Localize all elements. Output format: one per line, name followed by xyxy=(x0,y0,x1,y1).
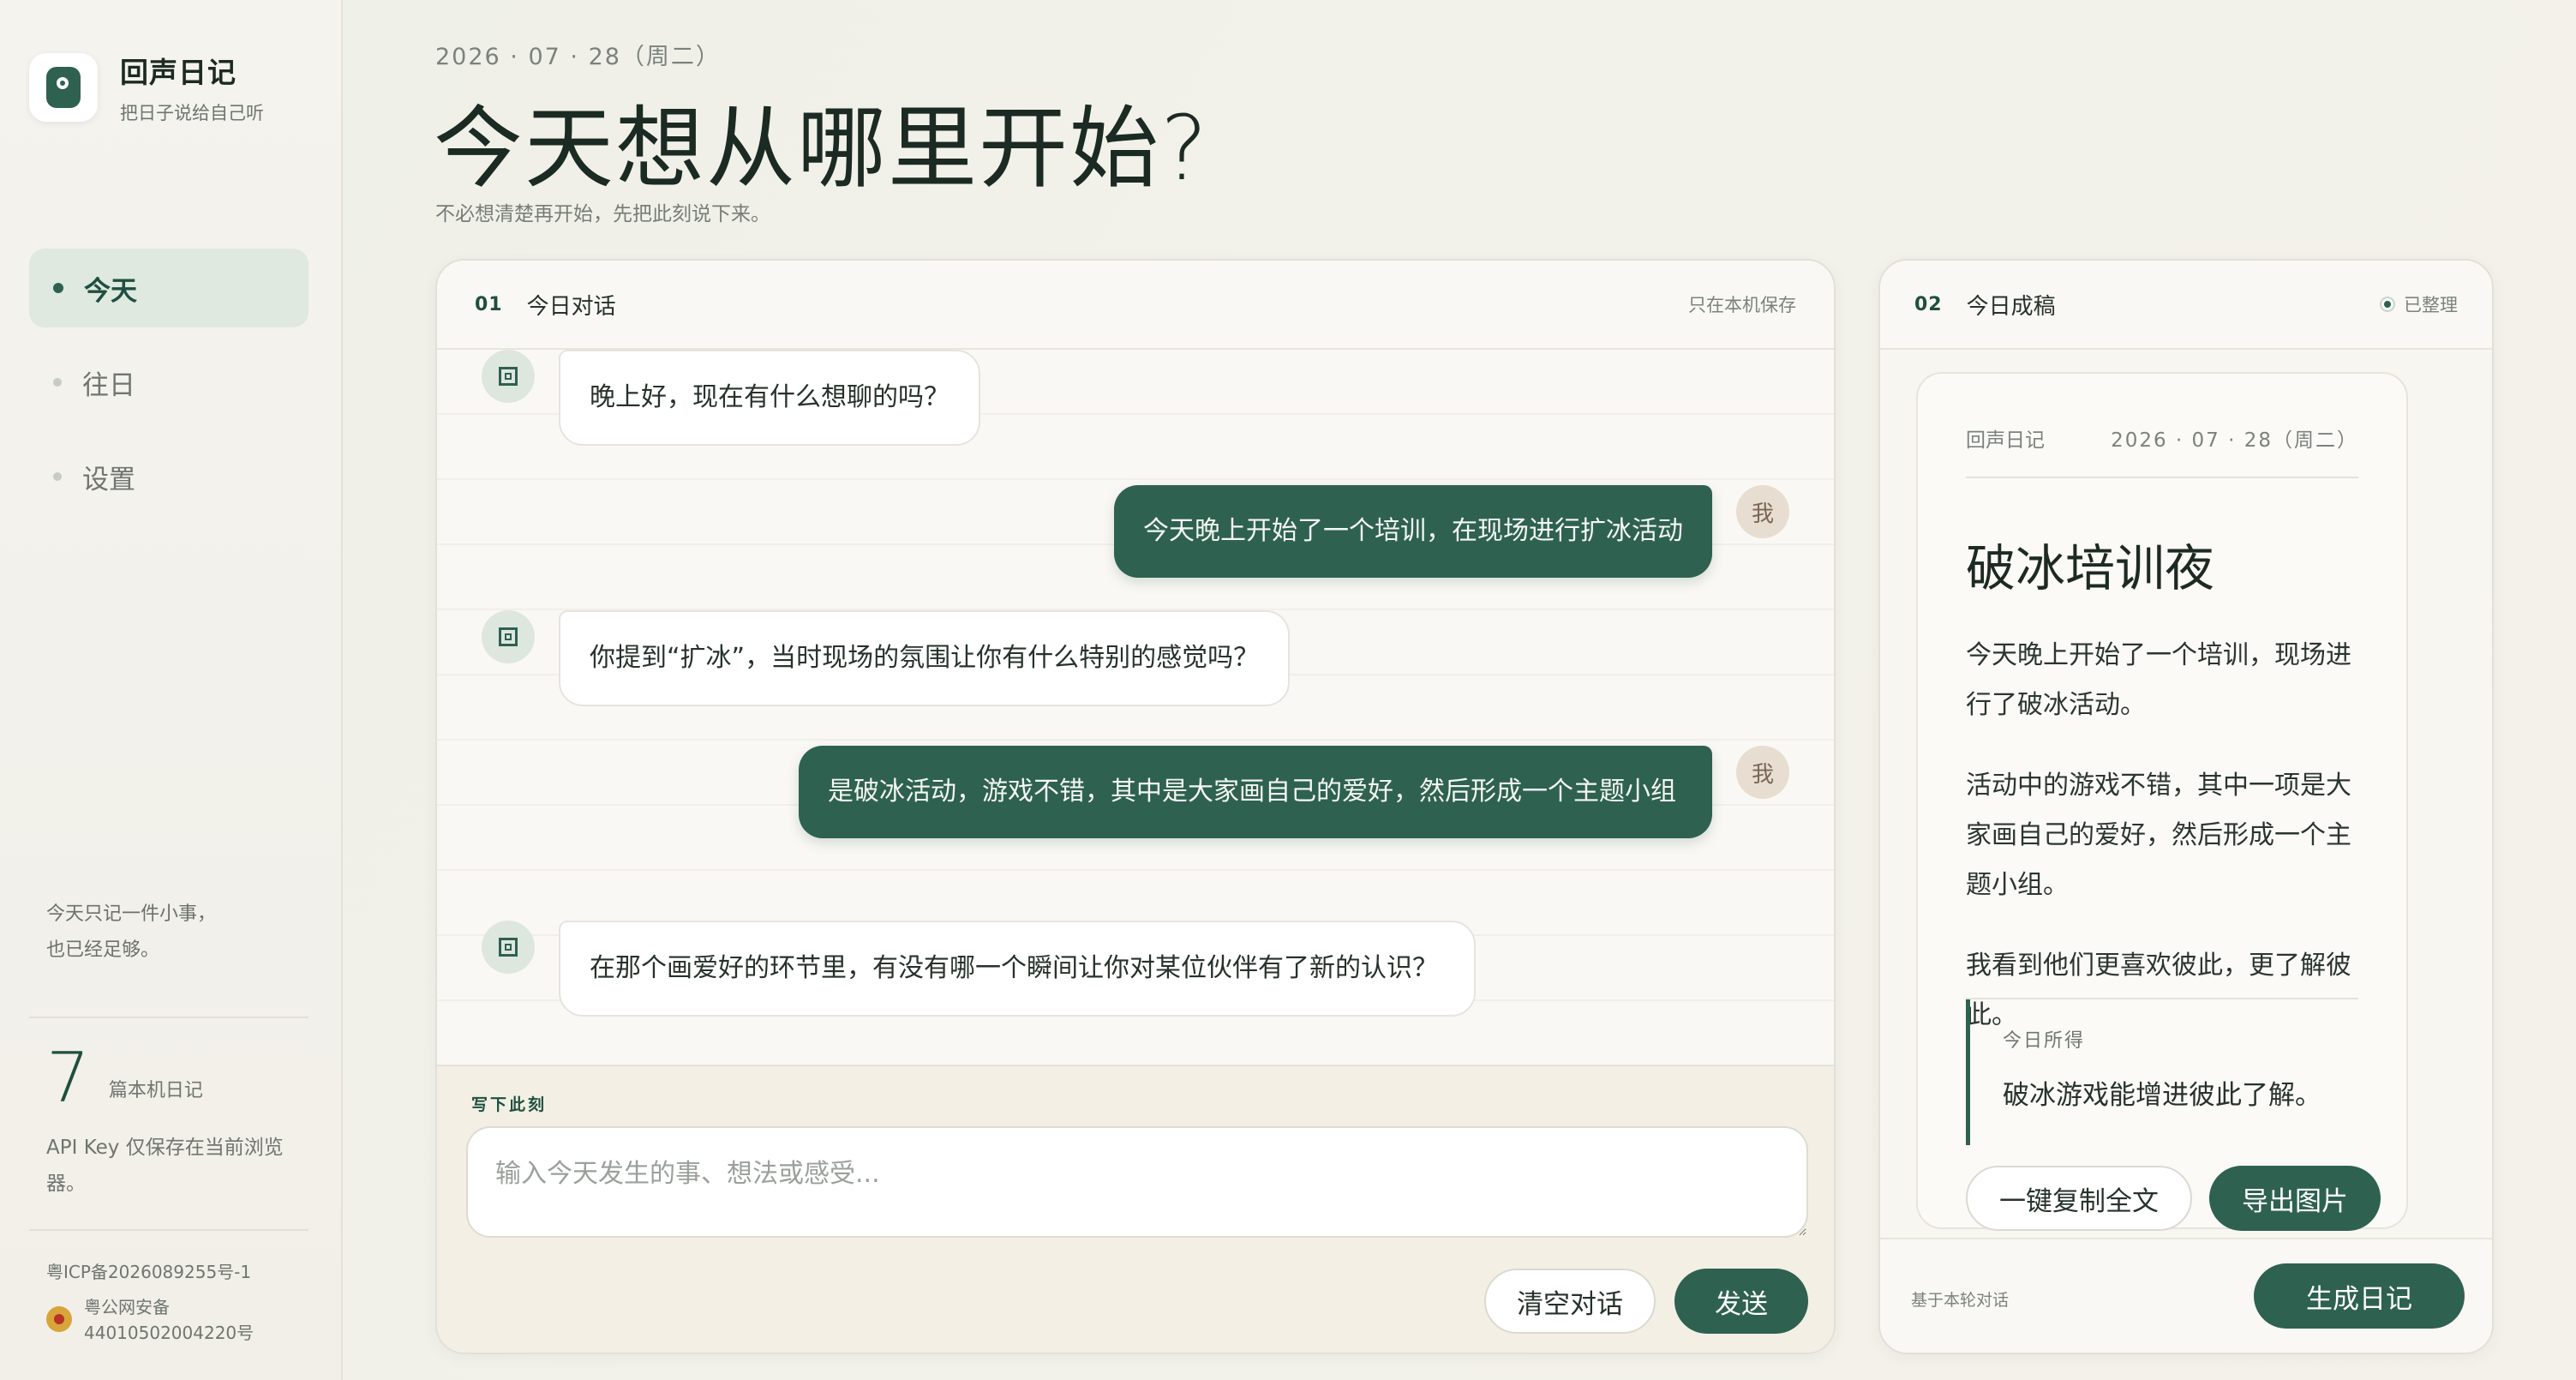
composer: 写下此刻 清空对话 发送 xyxy=(437,1065,1834,1353)
police-badge-icon xyxy=(46,1306,72,1332)
diary-status: 已整理 xyxy=(2380,291,2458,317)
quote-line: 今天只记一件小事， xyxy=(46,903,217,925)
chat-message-bot: 晚上好，现在有什么想聊的吗？ xyxy=(482,350,980,446)
dot-icon xyxy=(53,378,62,387)
diary-card: 02 今日成稿 已整理 回声日记 2026 · 07 · 28（周二） 破冰培训… xyxy=(1878,259,2494,1354)
section-title: 今日对话 xyxy=(526,293,616,320)
page-title: 今天想从哪里开始? xyxy=(434,96,1210,201)
status-dot-icon xyxy=(2380,297,2395,312)
section-number: 02 xyxy=(1914,293,1943,315)
takeaway-text: 破冰游戏能增进彼此了解。 xyxy=(2003,1080,2321,1111)
message-bubble: 今天晚上开始了一个培训，在现场进行扩冰活动 xyxy=(1114,485,1712,578)
app-logo-icon xyxy=(29,53,98,122)
sidebar-item-settings[interactable]: 设置 xyxy=(29,437,309,516)
diary-count-number: 7 xyxy=(46,1038,90,1118)
sidebar-item-today[interactable]: 今天 xyxy=(29,249,309,327)
generate-diary-button[interactable]: 生成日记 xyxy=(2254,1263,2465,1329)
export-image-button[interactable]: 导出图片 xyxy=(2209,1166,2381,1231)
takeaway-label: 今日所得 xyxy=(2003,1030,2086,1052)
diary-brand: 回声日记 xyxy=(1966,429,2045,452)
message-bubble: 你提到“扩冰”，当时现场的氛围让你有什么特别的感觉吗？ xyxy=(559,610,1291,706)
user-avatar: 我 xyxy=(1736,746,1789,799)
active-dot-icon xyxy=(53,283,63,293)
bot-avatar-icon xyxy=(482,350,535,403)
page-subtitle: 不必想清楚再开始，先把此刻说下来。 xyxy=(435,203,770,225)
brand[interactable]: 回声日记 把日子说给自己听 xyxy=(29,50,264,125)
section-number: 01 xyxy=(475,293,503,315)
user-avatar: 我 xyxy=(1736,485,1789,538)
section-title: 今日成稿 xyxy=(1966,293,2056,320)
dot-icon xyxy=(53,472,62,481)
message-input[interactable] xyxy=(466,1126,1808,1238)
diary-paragraph: 活动中的游戏不错，其中一项是大家画自己的爱好，然后形成一个主题小组。 xyxy=(1966,771,2351,900)
sidebar-item-label: 往日 xyxy=(82,369,135,401)
diary-meta: 回声日记 2026 · 07 · 28（周二） xyxy=(1966,423,2358,453)
bot-avatar-icon xyxy=(482,610,535,663)
sidebar-quote: 今天只记一件小事， 也已经足够。 xyxy=(46,897,216,969)
divider xyxy=(1966,477,2358,478)
daily-takeaway: 今日所得 破冰游戏能增进彼此了解。 xyxy=(1966,999,2360,1145)
chat-message-bot: 你提到“扩冰”，当时现场的氛围让你有什么特别的感觉吗？ xyxy=(482,610,1291,706)
diary-count: 7 篇本机日记 xyxy=(46,1044,203,1113)
sidebar-item-history[interactable]: 往日 xyxy=(29,343,309,422)
send-button[interactable]: 发送 xyxy=(1674,1269,1808,1334)
current-date: 2026 · 07 · 28（周二） xyxy=(435,44,721,70)
diary-paragraph: 今天晚上开始了一个培训，现场进行了破冰活动。 xyxy=(1966,640,2351,720)
chat-card-header: 01 今日对话 只在本机保存 xyxy=(437,261,1834,350)
police-record-line: 粤公网安备 xyxy=(84,1297,170,1317)
storage-note: 只在本机保存 xyxy=(1688,295,1796,315)
app-tagline: 把日子说给自己听 xyxy=(120,103,264,123)
chat-message-me: 是破冰活动，游戏不错，其中是大家画自己的爱好，然后形成一个主题小组 我 xyxy=(799,746,1789,838)
message-bubble: 晚上好，现在有什么想聊的吗？ xyxy=(559,350,980,446)
chat-message-me: 今天晚上开始了一个培训，在现场进行扩冰活动 我 xyxy=(1114,485,1789,578)
diary-card-footer: 基于本轮对话 生成日记 xyxy=(1880,1238,2492,1353)
quote-line: 也已经足够。 xyxy=(46,939,160,961)
chat-messages[interactable]: 晚上好，现在有什么想聊的吗？ 今天晚上开始了一个培训，在现场进行扩冰活动 我 你… xyxy=(437,350,1834,1065)
diary-count-label: 篇本机日记 xyxy=(108,1080,203,1101)
police-record-link[interactable]: 粤公网安备 44010502004220号 xyxy=(46,1294,254,1346)
app-name: 回声日记 xyxy=(120,56,237,89)
chat-message-bot: 在那个画爱好的环节里，有没有哪一个瞬间让你对某位伙伴有了新的认识？ xyxy=(482,921,1476,1017)
diary-paper: 回声日记 2026 · 07 · 28（周二） 破冰培训夜 今天晚上开始了一个培… xyxy=(1916,372,2408,1231)
message-bubble: 在那个画爱好的环节里，有没有哪一个瞬间让你对某位伙伴有了新的认识？ xyxy=(559,921,1476,1017)
police-record-line: 44010502004220号 xyxy=(84,1323,255,1343)
copy-all-button[interactable]: 一键复制全文 xyxy=(1966,1166,2192,1231)
sidebar: 回声日记 把日子说给自己听 今天 往日 设置 今天只记一件小事， 也已经足够。 … xyxy=(0,0,343,1380)
diary-card-header: 02 今日成稿 已整理 xyxy=(1880,261,2492,350)
diary-date: 2026 · 07 · 28（周二） xyxy=(2111,429,2358,452)
sidebar-item-label: 今天 xyxy=(84,275,137,307)
divider xyxy=(29,1229,309,1231)
bot-avatar-icon xyxy=(482,921,535,974)
footer-note: 基于本轮对话 xyxy=(1911,1291,2010,1310)
divider xyxy=(29,1017,309,1018)
diary-entry-title: 破冰培训夜 xyxy=(1966,539,2215,597)
status-label: 已整理 xyxy=(2404,295,2458,315)
sidebar-item-label: 设置 xyxy=(82,464,135,495)
icp-link[interactable]: 粤ICP备2026089255号-1 xyxy=(46,1258,251,1283)
message-bubble: 是破冰活动，游戏不错，其中是大家画自己的爱好，然后形成一个主题小组 xyxy=(799,746,1712,838)
sidebar-nav: 今天 往日 设置 xyxy=(29,249,309,531)
chat-card: 01 今日对话 只在本机保存 晚上好，现在有什么想聊的吗？ 今天晚上开始了一个培… xyxy=(435,259,1836,1354)
clear-chat-button[interactable]: 清空对话 xyxy=(1484,1269,1656,1334)
composer-label: 写下此刻 xyxy=(471,1095,548,1114)
api-key-note: API Key 仅保存在当前浏览器。 xyxy=(46,1137,284,1195)
